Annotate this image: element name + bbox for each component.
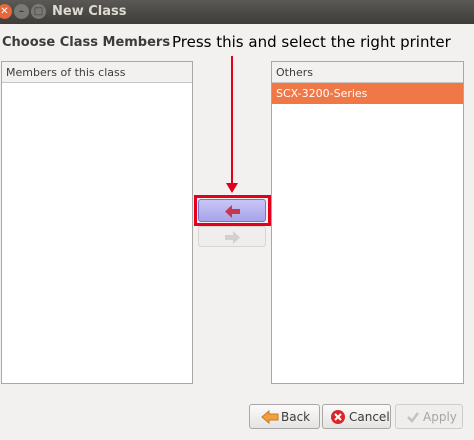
back-button-label: Back [281,410,311,424]
cancel-button[interactable]: Cancel [322,404,391,429]
section-title: Choose Class Members [2,35,171,50]
members-list-header: Members of this class [2,62,192,83]
annotation-text: Press this and select the right printer [172,33,451,51]
annotation-arrow-head [226,183,238,193]
arrow-right-icon [225,231,240,244]
title-bar: ✕ – □ New Class [0,0,474,24]
members-list[interactable]: Members of this class [1,61,193,384]
apply-button[interactable]: Apply [395,404,463,429]
others-list[interactable]: Others SCX-3200-Series [271,61,464,384]
others-list-header: Others [272,62,463,83]
remove-member-button[interactable] [198,226,266,247]
window-title: New Class [52,4,127,19]
close-window-button[interactable]: ✕ [0,4,12,19]
apply-button-label: Apply [423,410,457,424]
checkmark-icon [407,412,419,423]
cancel-icon [331,410,345,424]
cancel-button-label: Cancel [349,410,390,424]
printer-row-selected[interactable]: SCX-3200-Series [272,83,463,104]
annotation-arrow [231,56,233,186]
minimize-window-button[interactable]: – [14,4,29,19]
back-button[interactable]: Back [249,404,320,429]
maximize-window-button[interactable]: □ [31,4,46,19]
back-arrow-icon [261,409,279,425]
add-member-button[interactable] [198,199,266,222]
arrow-left-icon [225,205,240,218]
